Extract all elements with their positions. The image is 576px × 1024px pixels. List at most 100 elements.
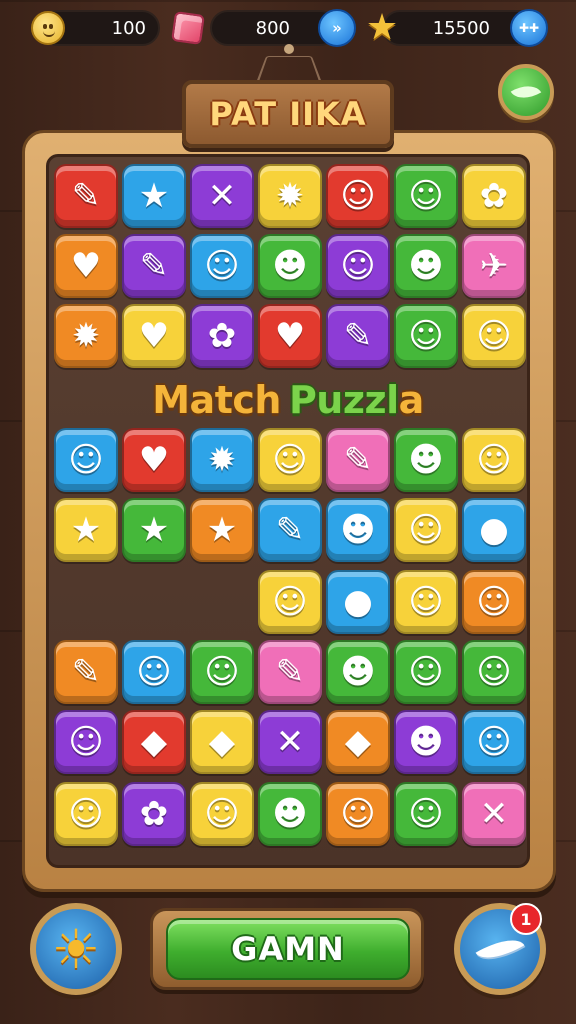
puzzle-tile[interactable]: ☺ [462, 710, 526, 774]
puzzle-tile[interactable]: ☺ [394, 498, 458, 562]
tile-glyph-icon: ☻ [340, 510, 376, 550]
puzzle-tile[interactable]: ☺ [394, 782, 458, 846]
puzzle-tile[interactable]: ● [326, 570, 390, 634]
tile-glyph-icon: ☺ [408, 176, 444, 216]
puzzle-tile[interactable]: ☺ [54, 782, 118, 846]
tile-glyph-icon: ☺ [204, 246, 240, 286]
puzzle-tile[interactable]: ✕ [190, 164, 254, 228]
puzzle-tile[interactable]: ☺ [326, 234, 390, 298]
tile-glyph-icon: ◆ [208, 722, 236, 762]
tile-glyph-icon: ☺ [272, 440, 308, 480]
puzzle-tile[interactable]: ✎ [258, 640, 322, 704]
puzzle-tile[interactable]: ✹ [54, 304, 118, 368]
tile-glyph-icon: ☻ [272, 246, 308, 286]
puzzle-tile[interactable]: ★ [190, 498, 254, 562]
tile-glyph-icon: ☺ [476, 316, 512, 356]
puzzle-tile[interactable]: ✿ [122, 782, 186, 846]
tile-glyph-icon: ♥ [70, 246, 102, 286]
add-stars-button[interactable]: ✚✚ [510, 9, 548, 47]
puzzle-tile[interactable]: ☺ [190, 640, 254, 704]
sun-icon: ☀ [51, 917, 101, 981]
tile-glyph-icon: ◆ [140, 722, 168, 762]
puzzle-tile[interactable]: ♥ [122, 428, 186, 492]
puzzle-tile[interactable]: ● [462, 498, 526, 562]
puzzle-tile[interactable]: ✎ [258, 498, 322, 562]
puzzle-tile[interactable]: ☺ [394, 304, 458, 368]
tile-glyph-icon: ✿ [479, 176, 509, 216]
puzzle-tile[interactable]: ◆ [122, 710, 186, 774]
puzzle-tile[interactable]: ★ [54, 498, 118, 562]
puzzle-tile[interactable]: ✎ [326, 304, 390, 368]
puzzle-tile[interactable]: ☺ [394, 164, 458, 228]
puzzle-tile[interactable]: ☺ [54, 428, 118, 492]
puzzle-tile[interactable]: ☻ [394, 710, 458, 774]
add-gems-button[interactable]: » [318, 9, 356, 47]
tile-glyph-icon: ☺ [408, 652, 444, 692]
puzzle-tile[interactable]: ☺ [462, 428, 526, 492]
puzzle-tile[interactable]: ◆ [326, 710, 390, 774]
tile-glyph-icon: ☻ [340, 652, 376, 692]
puzzle-tile[interactable]: ☻ [326, 498, 390, 562]
tile-glyph-icon: ★ [70, 510, 102, 550]
match-label-word-3: a [398, 378, 425, 422]
tile-glyph-icon: ★ [138, 510, 170, 550]
puzzle-tile[interactable]: ☺ [462, 304, 526, 368]
tile-glyph-icon: ✹ [275, 176, 305, 216]
puzzle-tile[interactable]: ☺ [190, 782, 254, 846]
tile-glyph-icon: ✕ [275, 722, 305, 762]
puzzle-tile[interactable]: ☺ [394, 570, 458, 634]
puzzle-tile[interactable]: ✎ [122, 234, 186, 298]
tile-glyph-icon: ☺ [408, 794, 444, 834]
puzzle-tile[interactable]: ✿ [190, 304, 254, 368]
tile-glyph-icon: ♥ [138, 316, 170, 356]
puzzle-tile[interactable]: ☺ [122, 640, 186, 704]
puzzle-tile[interactable]: ☺ [190, 234, 254, 298]
play-button-label: GAMN [231, 930, 345, 968]
puzzle-tile[interactable]: ☻ [258, 782, 322, 846]
puzzle-tile[interactable]: ☻ [394, 234, 458, 298]
tile-glyph-icon: ✎ [71, 176, 101, 216]
tile-glyph-icon: ● [343, 582, 373, 622]
puzzle-tile[interactable]: ♥ [122, 304, 186, 368]
plus-icon: » [332, 19, 342, 37]
sun-button[interactable]: ☀ [30, 903, 122, 995]
tile-glyph-icon: ★ [138, 176, 170, 216]
tile-glyph-icon: ☻ [408, 246, 444, 286]
puzzle-tile[interactable]: ♥ [258, 304, 322, 368]
puzzle-tile[interactable]: ✹ [190, 428, 254, 492]
puzzle-tile[interactable]: ☺ [326, 164, 390, 228]
puzzle-tile[interactable]: ☻ [394, 428, 458, 492]
puzzle-tile[interactable]: ◆ [190, 710, 254, 774]
puzzle-tile[interactable]: ✎ [54, 640, 118, 704]
puzzle-tile[interactable]: ☺ [326, 782, 390, 846]
puzzle-tile[interactable]: ✎ [326, 428, 390, 492]
puzzle-tile[interactable]: ☺ [258, 570, 322, 634]
puzzle-tile[interactable]: ☻ [258, 234, 322, 298]
puzzle-tile[interactable]: ☻ [326, 640, 390, 704]
puzzle-tile[interactable]: ✈ [462, 234, 526, 298]
puzzle-tile[interactable]: ☺ [462, 570, 526, 634]
puzzle-tile[interactable]: ✹ [258, 164, 322, 228]
play-button[interactable]: GAMN [166, 918, 410, 980]
puzzle-tile[interactable]: ☺ [394, 640, 458, 704]
puzzle-tile[interactable]: ♥ [54, 234, 118, 298]
puzzle-tile[interactable]: ☺ [54, 710, 118, 774]
puzzle-tile[interactable]: ✎ [54, 164, 118, 228]
puzzle-tile[interactable]: ★ [122, 164, 186, 228]
puzzle-tile[interactable]: ✕ [258, 710, 322, 774]
tile-glyph-icon: ☺ [408, 316, 444, 356]
tile-glyph-icon: ♥ [274, 316, 306, 356]
puzzle-tile[interactable]: ☺ [462, 640, 526, 704]
puzzle-tile[interactable]: ★ [122, 498, 186, 562]
puzzle-tile[interactable]: ✿ [462, 164, 526, 228]
leaf-icon [510, 78, 542, 106]
puzzle-tile[interactable]: ☺ [258, 428, 322, 492]
match-label-word-2: Puzzl [288, 378, 399, 422]
leaf-button[interactable] [498, 64, 554, 120]
tile-glyph-icon: ☺ [476, 582, 512, 622]
tile-glyph-icon: ☺ [204, 652, 240, 692]
tile-glyph-icon: ✎ [139, 246, 169, 286]
tile-glyph-icon: ☻ [272, 794, 308, 834]
tile-glyph-icon: ☻ [408, 722, 444, 762]
puzzle-tile[interactable]: ✕ [462, 782, 526, 846]
